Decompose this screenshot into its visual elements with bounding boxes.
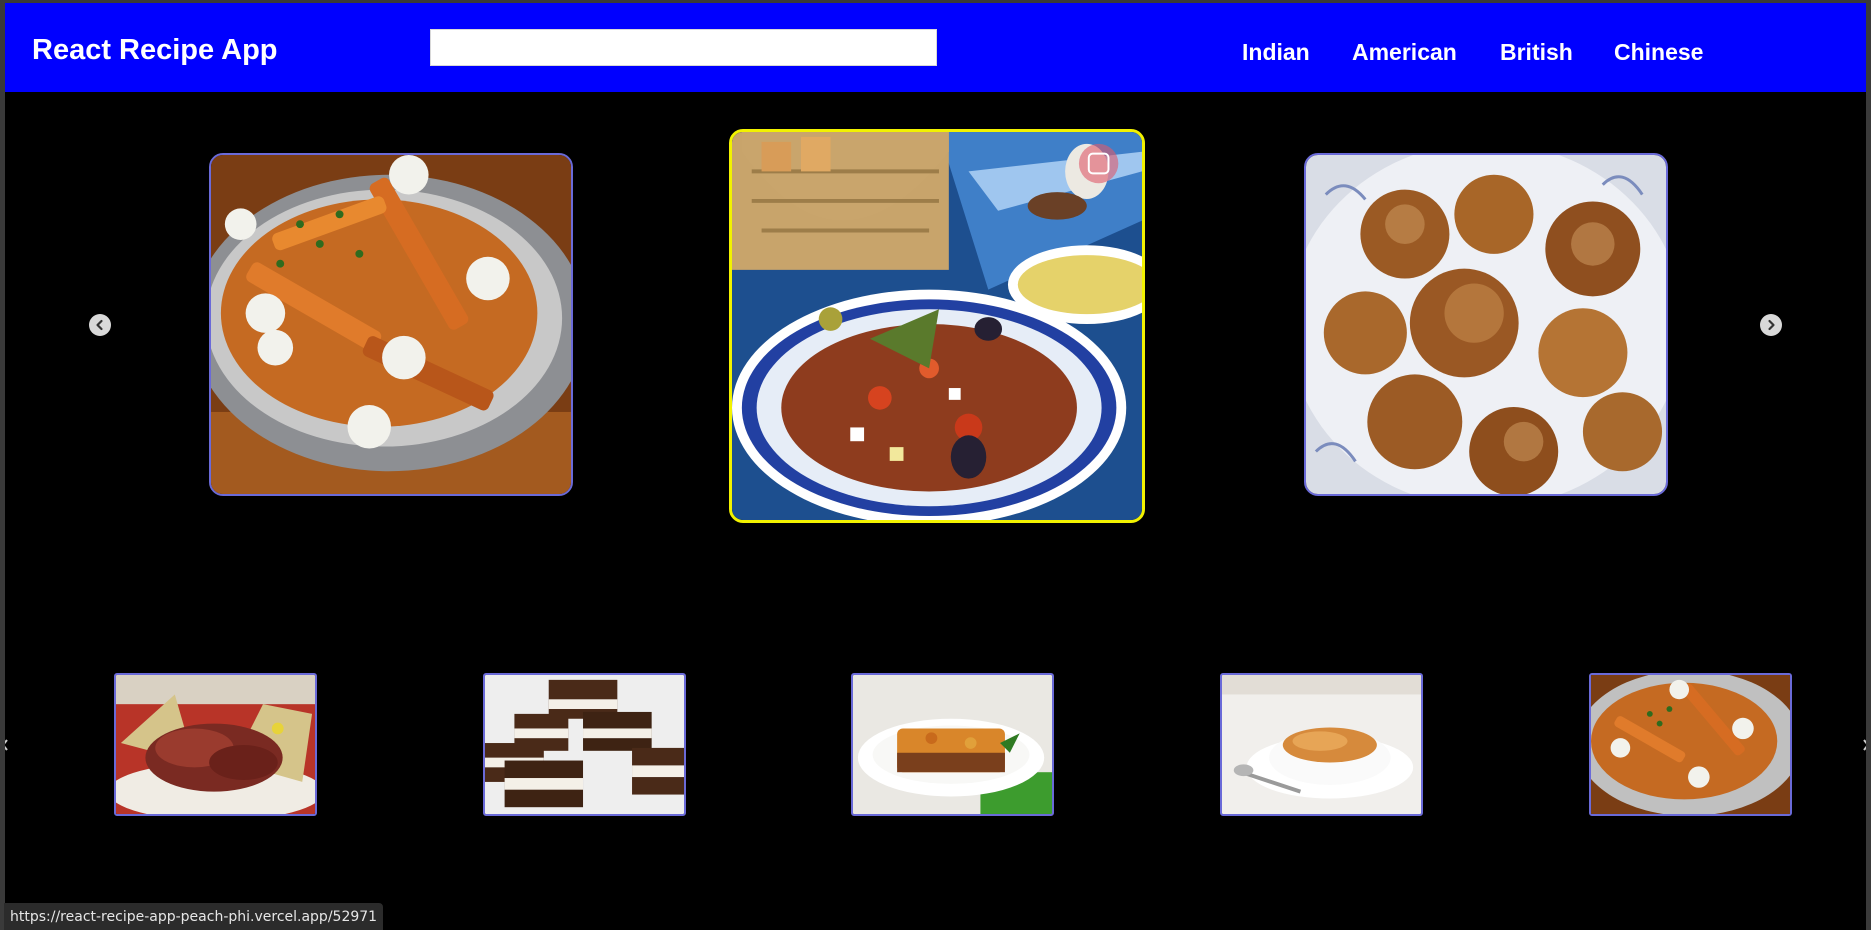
chevron-left-icon[interactable] [5,739,9,751]
chevron-left-icon [96,319,103,331]
app-title[interactable]: React Recipe App [32,34,278,67]
chevron-right-icon[interactable] [1862,739,1866,751]
status-bar-url: https://react-recipe-app-peach-phi.verce… [4,903,384,930]
nanaimo-bars-image [485,675,684,814]
sugared-doughnuts-image [1306,155,1666,494]
nav-link-chinese[interactable]: Chinese [1614,39,1703,66]
app-window: React Recipe App Indian American British… [5,3,1866,930]
thumbnail[interactable] [1589,673,1792,816]
search-input[interactable] [430,29,937,66]
nav-link-british[interactable]: British [1500,39,1573,66]
thumbnail[interactable] [851,673,1054,816]
tunisian-salad-image [732,132,1142,520]
pastrami-sandwich-image [116,675,315,814]
carousel-prev-button[interactable] [89,314,111,336]
thumbnail[interactable] [1220,673,1423,816]
nav-link-indian[interactable]: Indian [1242,39,1310,66]
moussaka-image [853,675,1052,814]
nav-link-american[interactable]: American [1352,39,1457,66]
poutine-image [211,155,571,494]
thumbnail[interactable] [114,673,317,816]
bread-pudding-image [1222,675,1421,814]
thumbnail[interactable] [483,673,686,816]
carousel-next-button[interactable] [1760,314,1782,336]
chevron-right-icon [1768,319,1775,331]
carousel-slide[interactable] [1304,153,1668,496]
carousel-slide-active[interactable] [729,129,1145,523]
poutine-image [1591,675,1790,814]
navbar: React Recipe App Indian American British… [5,3,1866,92]
carousel-slide[interactable] [209,153,573,496]
